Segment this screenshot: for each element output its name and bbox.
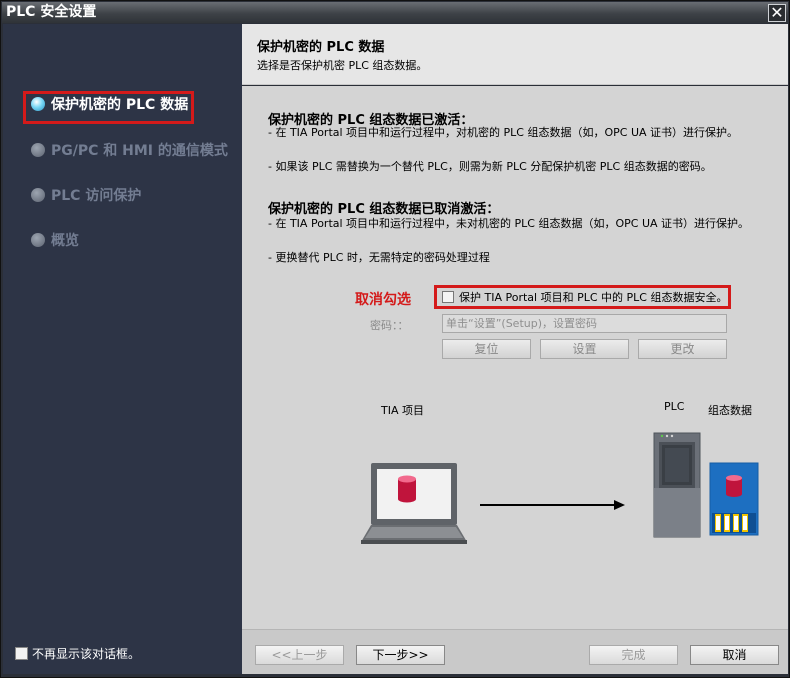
cancel-button[interactable]: 取消 (690, 645, 779, 665)
plc-device-icon (653, 432, 701, 538)
data-transfer-diagram (361, 432, 759, 544)
sidebar-item-overview[interactable]: 概览 (31, 230, 79, 252)
content-panel: 保护机密的 PLC 组态数据已激活： - 在 TIA Portal 项目中和运行… (242, 86, 788, 629)
title-bar: PLC 安全设置 ✕ (2, 2, 788, 23)
laptop-icon (361, 463, 467, 544)
close-button[interactable]: ✕ (768, 4, 786, 22)
card-database-icon (726, 475, 742, 497)
finish-button[interactable]: 完成 (589, 645, 678, 665)
database-icon (398, 475, 416, 503)
window-title: PLC 安全设置 (6, 4, 97, 20)
dont-show-again: 不再显示该对话框。 (15, 647, 140, 661)
sidebar-item-label: PLC 访问保护 (51, 188, 142, 204)
dont-show-label: 不再显示该对话框。 (32, 647, 141, 661)
sidebar-item-comm-mode[interactable]: PG/PC 和 HMI 的通信模式 (31, 140, 228, 162)
dot-icon (31, 233, 45, 247)
footer: <<上一步 下一步>> 完成 取消 (242, 629, 788, 674)
dot-icon (31, 143, 45, 157)
next-button[interactable]: 下一步>> (356, 645, 445, 665)
active-dot-icon (31, 97, 45, 111)
dot-icon (31, 188, 45, 202)
sidebar-item-label: 概览 (51, 233, 79, 249)
sidebar: 保护机密的 PLC 数据 PG/PC 和 HMI 的通信模式 PLC 访问保护 … (3, 24, 242, 674)
sidebar-item-label: 保护机密的 PLC 数据 (51, 97, 189, 113)
memory-card-icon (709, 462, 759, 536)
page-title: 保护机密的 PLC 数据 (257, 40, 385, 55)
page-subtitle: 选择是否保护机密 PLC 组态数据。 (257, 59, 428, 72)
prev-button[interactable]: <<上一步 (255, 645, 344, 665)
sidebar-item-protect-data[interactable]: 保护机密的 PLC 数据 (31, 94, 188, 116)
close-icon: ✕ (770, 3, 784, 22)
sidebar-item-label: PG/PC 和 HMI 的通信模式 (51, 143, 228, 159)
page-header: 保护机密的 PLC 数据 选择是否保护机密 PLC 组态数据。 (242, 24, 788, 85)
sidebar-item-access-protection[interactable]: PLC 访问保护 (31, 185, 141, 207)
plc-security-dialog: PLC 安全设置 ✕ 保护机密的 PLC 数据 PG/PC 和 HMI 的通信模… (0, 0, 790, 678)
dont-show-checkbox[interactable] (15, 647, 28, 660)
arrow-icon (480, 500, 625, 510)
